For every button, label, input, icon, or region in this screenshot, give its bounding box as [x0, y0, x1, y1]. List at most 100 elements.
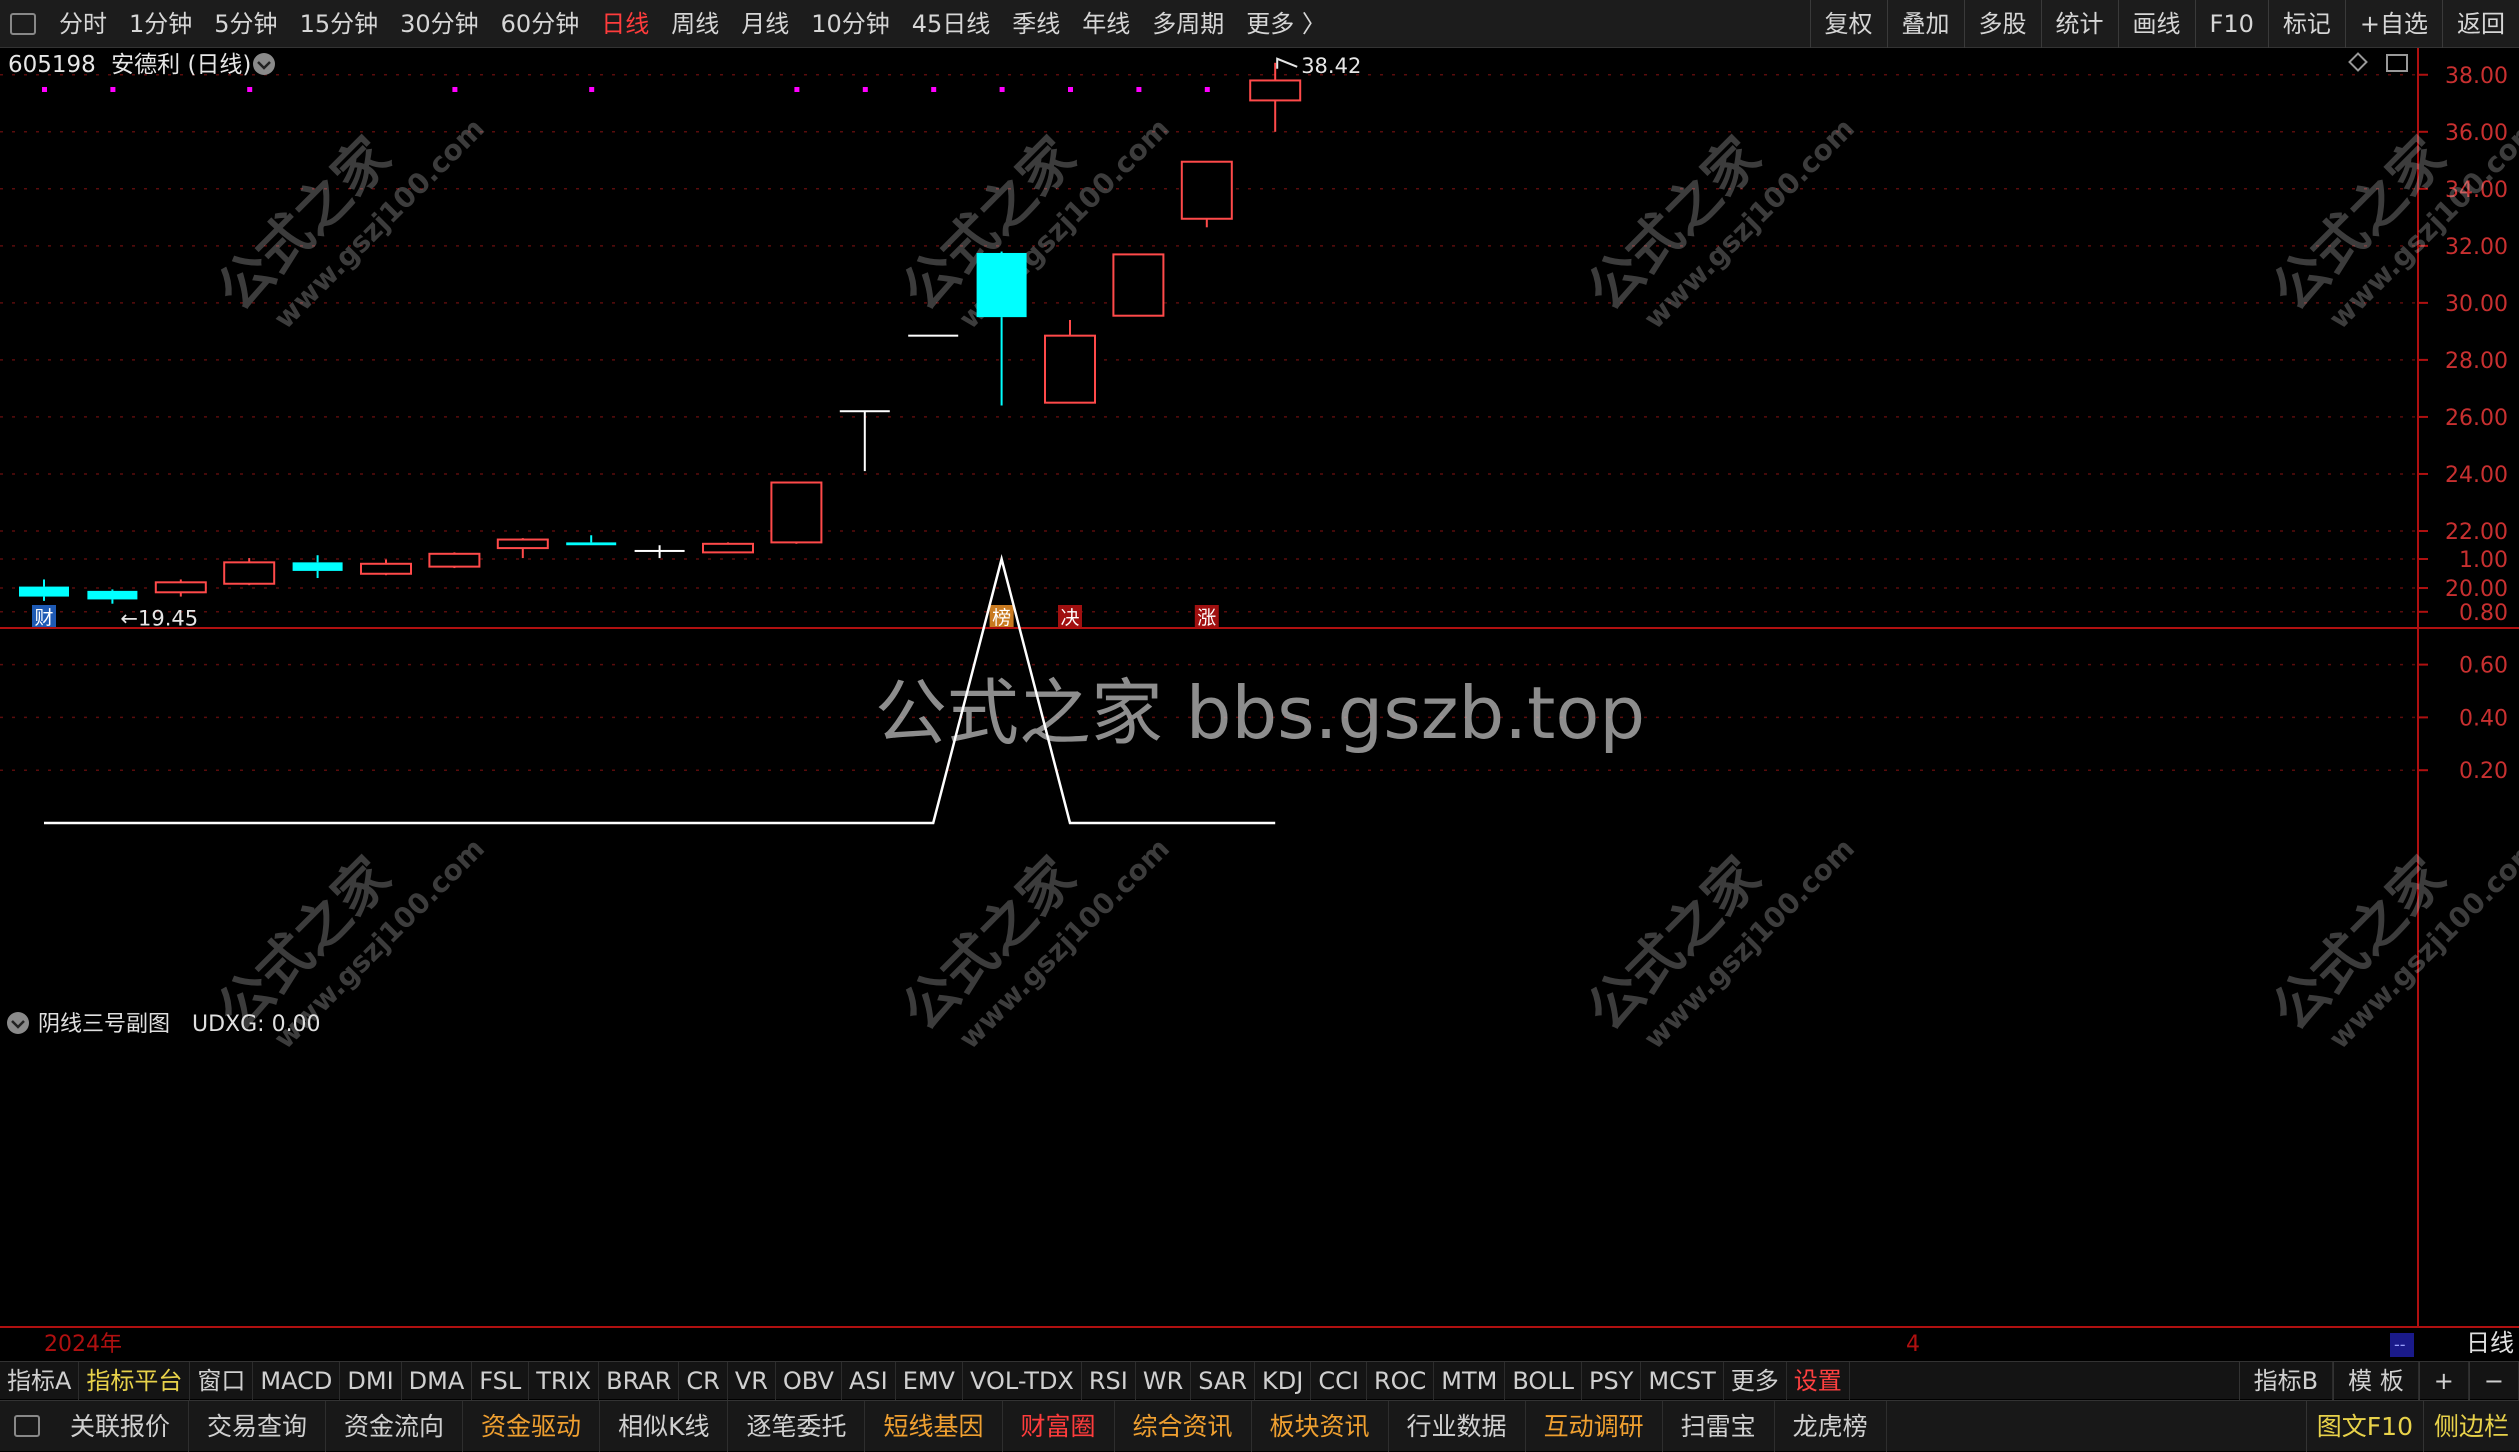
period-tab[interactable]: 日线	[590, 0, 660, 48]
indicator-tab[interactable]: 指标平台	[79, 1362, 190, 1400]
period-tab[interactable]: 更多 〉	[1235, 0, 1337, 48]
indicator-tab[interactable]: WR	[1136, 1362, 1191, 1400]
sub-dropdown-icon[interactable]	[7, 1012, 29, 1034]
bottom-function-tab[interactable]: 互动调研	[1526, 1401, 1663, 1452]
indicator-tab[interactable]: 窗口	[190, 1362, 253, 1400]
indicator-tab[interactable]: RSI	[1082, 1362, 1136, 1400]
indicator-tab[interactable]: KDJ	[1255, 1362, 1311, 1400]
bottom-menu-icon[interactable]	[14, 1415, 40, 1437]
candle-body	[224, 562, 274, 583]
indicator-tab[interactable]: VOL-TDX	[963, 1362, 1082, 1400]
toolbar-button[interactable]: 画线	[2118, 0, 2195, 48]
period-tab[interactable]: 60分钟	[490, 0, 591, 48]
header-dropdown-icon[interactable]	[253, 53, 275, 75]
watermark-diagonal: 公式之家www.gszj100.com	[890, 784, 1176, 1070]
indicator-tab[interactable]: DMA	[402, 1362, 473, 1400]
indicator-tab[interactable]: ROC	[1367, 1362, 1434, 1400]
marker-dot	[1136, 87, 1141, 92]
candle	[703, 542, 753, 552]
toolbar-button[interactable]: 标记	[2268, 0, 2345, 48]
period-tab[interactable]: 多周期	[1141, 0, 1235, 48]
watermark-diagonal: 公式之家www.gszj100.com	[1575, 784, 1861, 1070]
indicator-bar-button[interactable]: 指标B	[2239, 1362, 2333, 1400]
bottom-function-tab[interactable]: 财富圈	[1003, 1401, 1115, 1452]
indicator-tab[interactable]: 更多	[1724, 1362, 1787, 1400]
bottom-right-button[interactable]: 图文F10	[2306, 1401, 2423, 1452]
indicator-tab[interactable]: CCI	[1311, 1362, 1367, 1400]
candle	[361, 560, 411, 576]
bottom-function-tab[interactable]: 交易查询	[189, 1401, 326, 1452]
candle	[498, 538, 548, 558]
indicator-tab[interactable]: EMV	[896, 1362, 963, 1400]
toolbar-button[interactable]: F10	[2195, 0, 2268, 48]
indicator-tab[interactable]: OBV	[776, 1362, 842, 1400]
bottom-function-tab[interactable]: 短线基因	[865, 1401, 1002, 1452]
panel-toggle-icon[interactable]	[2387, 55, 2407, 71]
candle	[840, 410, 890, 471]
indicator-tab[interactable]: MTM	[1434, 1362, 1505, 1400]
period-tab[interactable]: 季线	[1001, 0, 1071, 48]
candle	[635, 545, 685, 558]
toolbar-button[interactable]: 统计	[2041, 0, 2118, 48]
candle-body	[908, 335, 958, 337]
bottom-function-tab[interactable]: 资金流向	[326, 1401, 463, 1452]
indicator-tab[interactable]: DMI	[340, 1362, 401, 1400]
corner-box-label: --	[2394, 1335, 2406, 1354]
indicator-tab[interactable]: 指标A	[0, 1362, 79, 1400]
indicator-tab[interactable]: VR	[728, 1362, 776, 1400]
period-tab[interactable]: 年线	[1071, 0, 1141, 48]
toolbar-button[interactable]: 多股	[1964, 0, 2041, 48]
indicator-tab[interactable]: BOLL	[1505, 1362, 1582, 1400]
period-tab[interactable]: 45日线	[901, 0, 1002, 48]
y-tick-label: 22.00	[2445, 520, 2508, 545]
indicator-tab[interactable]: 设置	[1787, 1362, 1850, 1400]
indicator-tab[interactable]: ASI	[842, 1362, 896, 1400]
period-tab[interactable]: 15分钟	[289, 0, 390, 48]
period-tab[interactable]: 分时	[48, 0, 118, 48]
period-tab[interactable]: 10分钟	[800, 0, 901, 48]
candle	[566, 535, 616, 545]
period-label[interactable]: 日线	[2466, 1329, 2514, 1357]
diamond-icon[interactable]	[2350, 54, 2367, 71]
y-tick-label: 28.00	[2445, 349, 2508, 374]
indicator-tab[interactable]: MCST	[1641, 1362, 1723, 1400]
candle	[1045, 320, 1095, 403]
window-menu-icon[interactable]	[10, 13, 36, 35]
bottom-function-tab[interactable]: 综合资讯	[1115, 1401, 1252, 1452]
bottom-function-tab[interactable]: 相似K线	[600, 1401, 728, 1452]
indicator-bar-button[interactable]: −	[2469, 1362, 2519, 1400]
period-tab[interactable]: 30分钟	[389, 0, 490, 48]
period-tab[interactable]: 月线	[730, 0, 800, 48]
indicator-tab[interactable]: TRIX	[529, 1362, 599, 1400]
indicator-tab[interactable]: BRAR	[599, 1362, 679, 1400]
bottom-right-button[interactable]: 侧边栏	[2423, 1401, 2519, 1452]
indicator-bar-button[interactable]: 模 板	[2333, 1362, 2419, 1400]
indicator-bar-button[interactable]: +	[2419, 1362, 2469, 1400]
toolbar-button[interactable]: 返回	[2442, 0, 2519, 48]
period-tab[interactable]: 1分钟	[118, 0, 203, 48]
kline-chart-area[interactable]: 20.0022.0024.0026.0028.0030.0032.0034.00…	[0, 48, 2519, 1360]
marker-dot	[247, 87, 252, 92]
y-tick-label: 0.20	[2459, 759, 2508, 784]
period-tab[interactable]: 周线	[660, 0, 730, 48]
toolbar-button[interactable]: 复权	[1810, 0, 1887, 48]
indicator-tab[interactable]: CR	[679, 1362, 727, 1400]
bottom-function-tab[interactable]: 逐笔委托	[728, 1401, 865, 1452]
toolbar-button[interactable]: 叠加	[1887, 0, 1964, 48]
indicator-tab[interactable]: MACD	[253, 1362, 340, 1400]
marker-dot	[452, 87, 457, 92]
period-tab[interactable]: 5分钟	[203, 0, 288, 48]
indicator-tab[interactable]: FSL	[472, 1362, 529, 1400]
toolbar-button[interactable]: +自选	[2345, 0, 2442, 48]
bottom-function-tab[interactable]: 关联报价	[52, 1401, 189, 1452]
indicator-tab[interactable]: SAR	[1191, 1362, 1255, 1400]
bottom-function-tab[interactable]: 扫雷宝	[1663, 1401, 1775, 1452]
bottom-function-tab[interactable]: 资金驱动	[463, 1401, 600, 1452]
y-tick-label: 0.60	[2459, 654, 2508, 679]
bottom-function-tab[interactable]: 行业数据	[1389, 1401, 1526, 1452]
bottom-function-tab[interactable]: 板块资讯	[1252, 1401, 1389, 1452]
candle	[977, 252, 1027, 406]
stock-code: 605198	[8, 52, 96, 78]
bottom-function-tab[interactable]: 龙虎榜	[1775, 1401, 1887, 1452]
indicator-tab[interactable]: PSY	[1582, 1362, 1641, 1400]
